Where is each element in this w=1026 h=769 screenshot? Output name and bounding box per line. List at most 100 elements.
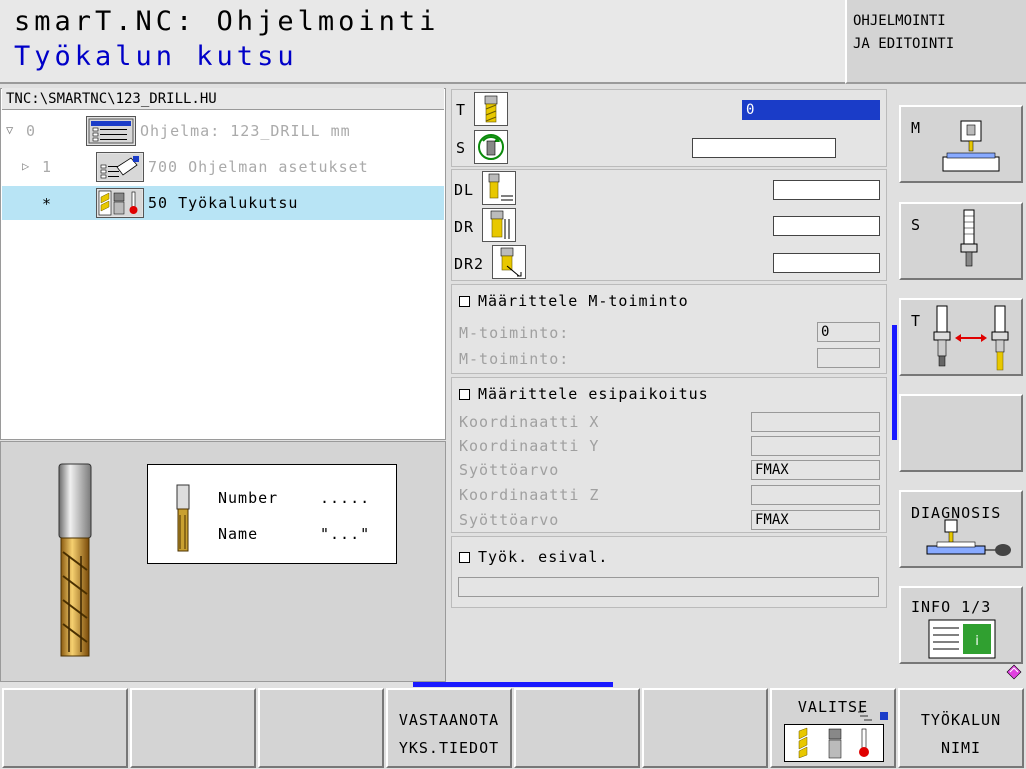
- dl-field-label: DL: [454, 181, 475, 199]
- feed-rate-2-label: Syöttöarvo: [459, 511, 560, 529]
- tool-preselect-input[interactable]: [458, 577, 879, 597]
- diagnosis-icon: [926, 519, 1011, 556]
- delta-length-icon: [482, 171, 516, 205]
- m-function-2-input[interactable]: [817, 348, 880, 368]
- form-group-tool-preselect: [451, 536, 887, 608]
- tree-item-number: 0: [26, 122, 37, 140]
- program-settings-icon: [96, 152, 144, 182]
- tree-item-label: Ohjelma: 123_DRILL mm: [140, 122, 351, 140]
- dr2-field-input[interactable]: [773, 253, 880, 273]
- info-icon: i: [928, 619, 996, 659]
- s-field-label: S: [456, 139, 467, 157]
- t-field-label: T: [456, 101, 467, 119]
- collapse-icon[interactable]: ▽: [6, 123, 14, 137]
- tree-item-program-settings[interactable]: ▷ 1 700 Ohjelman asetukset: [2, 150, 444, 184]
- define-m-function-checkbox[interactable]: Määrittele M-toiminto: [459, 292, 689, 310]
- empty-softkey-6[interactable]: [642, 688, 768, 768]
- s-softkey-label: S: [911, 216, 922, 234]
- s-softkey[interactable]: S: [899, 202, 1023, 280]
- feed-rate-2-input[interactable]: FMAX: [751, 510, 880, 530]
- feed-rate-1-label: Syöttöarvo: [459, 461, 560, 479]
- tree-item-label: 700 Ohjelman asetukset: [148, 158, 369, 176]
- select-tool-icons: [784, 724, 884, 762]
- empty-softkey-1[interactable]: [2, 688, 128, 768]
- t-softkey[interactable]: T: [899, 298, 1023, 376]
- program-icon: [86, 116, 136, 146]
- tree-item-tool-call[interactable]: * 50 Työkalukutsu: [2, 186, 444, 220]
- machine-icon: [942, 120, 1000, 172]
- tool-name-value: "...": [320, 525, 371, 543]
- define-prepositioning-checkbox[interactable]: Määrittele esipaikoitus: [459, 385, 709, 403]
- mode-line-1: OHJELMOINTI: [853, 13, 946, 29]
- receive-softkey-line-1: VASTAANOTA: [398, 711, 500, 729]
- dl-field-input[interactable]: [773, 180, 880, 200]
- softkey-scroll-indicator: [892, 325, 897, 440]
- t-softkey-label: T: [911, 312, 922, 330]
- dr-field-input[interactable]: [773, 216, 880, 236]
- m-function-1-input[interactable]: 0: [817, 322, 880, 342]
- coordinate-y-label: Koordinaatti Y: [459, 437, 600, 455]
- delta-radius-icon: [482, 208, 516, 242]
- tool-name-softkey-line-2: NIMI: [940, 739, 982, 757]
- checkbox-box[interactable]: [459, 389, 470, 400]
- define-m-function-label: Määrittele M-toiminto: [478, 292, 689, 310]
- coordinate-x-input[interactable]: [751, 412, 880, 432]
- tool-call-icon: [96, 188, 144, 218]
- checkbox-box[interactable]: [459, 296, 470, 307]
- empty-softkey-5[interactable]: [514, 688, 640, 768]
- select-pointer-icon: [858, 711, 888, 721]
- drill-tool-graphic: [58, 463, 92, 657]
- coordinate-y-input[interactable]: [751, 436, 880, 456]
- tool-info-box: Number ..... Name "...": [147, 464, 397, 564]
- tool-preview-panel: Number ..... Name "...": [0, 441, 446, 682]
- receive-unit-data-softkey[interactable]: VASTAANOTA YKS.TIEDOT: [386, 688, 512, 768]
- delta-corner-radius-icon: [492, 245, 526, 279]
- tool-number-icon: [474, 92, 508, 126]
- tool-change-icon: [933, 305, 1009, 371]
- define-prepositioning-label: Määrittele esipaikoitus: [478, 385, 709, 403]
- tool-preselect-label: Työk. esival.: [478, 548, 609, 566]
- spindle-speed-icon: [474, 130, 508, 164]
- m-function-2-label: M-toiminto:: [459, 350, 570, 368]
- spindle-icon: [960, 209, 978, 267]
- s-field-input[interactable]: [692, 138, 836, 158]
- tool-name-softkey-line-1: TYÖKALUN: [920, 711, 1002, 729]
- tree-item-program[interactable]: ▽ 0 Ohjelma: 123_DRILL mm: [2, 114, 444, 148]
- tool-preselect-checkbox[interactable]: Työk. esival.: [459, 548, 608, 566]
- select-softkey[interactable]: VALITSE: [770, 688, 896, 768]
- file-path: TNC:\SMARTNC\123_DRILL.HU: [2, 88, 444, 110]
- dr2-field-label: DR2: [454, 255, 485, 273]
- tool-mini-icon: [176, 484, 190, 552]
- page-subtitle: Työkalun kutsu: [14, 41, 298, 72]
- tree-item-marker: *: [42, 195, 53, 213]
- coordinate-z-label: Koordinaatti Z: [459, 486, 600, 504]
- checkbox-box[interactable]: [459, 552, 470, 563]
- svg-text:i: i: [975, 634, 979, 649]
- tool-number-value: .....: [320, 489, 371, 507]
- empty-softkey-2[interactable]: [130, 688, 256, 768]
- receive-softkey-line-2: YKS.TIEDOT: [398, 739, 500, 757]
- feed-rate-1-input[interactable]: FMAX: [751, 460, 880, 480]
- tool-name-softkey[interactable]: TYÖKALUN NIMI: [898, 688, 1024, 768]
- empty-softkey-3[interactable]: [258, 688, 384, 768]
- empty-softkey-right[interactable]: [899, 394, 1023, 472]
- m-function-1-label: M-toiminto:: [459, 324, 570, 342]
- dr-field-label: DR: [454, 218, 475, 236]
- diagnosis-softkey[interactable]: DIAGNOSIS: [899, 490, 1023, 568]
- diamond-icon: [1006, 664, 1022, 680]
- app-title: smarT.NC: Ohjelmointi: [14, 6, 440, 37]
- t-field-input[interactable]: 0: [742, 100, 880, 120]
- coordinate-z-input[interactable]: [751, 485, 880, 505]
- tree-item-label: 50 Työkalukutsu: [148, 194, 299, 212]
- info-softkey-label: INFO 1/3: [911, 598, 992, 616]
- softkey-row-indicator: [413, 682, 613, 687]
- m-softkey-label: M: [911, 119, 922, 137]
- tool-name-label: Name: [218, 525, 259, 543]
- operating-mode-indicator: OHJELMOINTI JA EDITOINTI: [845, 0, 1026, 84]
- m-softkey[interactable]: M: [899, 105, 1023, 183]
- info-softkey[interactable]: INFO 1/3 i: [899, 586, 1023, 664]
- tree-item-number: 1: [42, 158, 53, 176]
- mode-line-2: JA EDITOINTI: [853, 36, 955, 52]
- expand-icon[interactable]: ▷: [22, 159, 30, 173]
- tool-number-label: Number: [218, 489, 279, 507]
